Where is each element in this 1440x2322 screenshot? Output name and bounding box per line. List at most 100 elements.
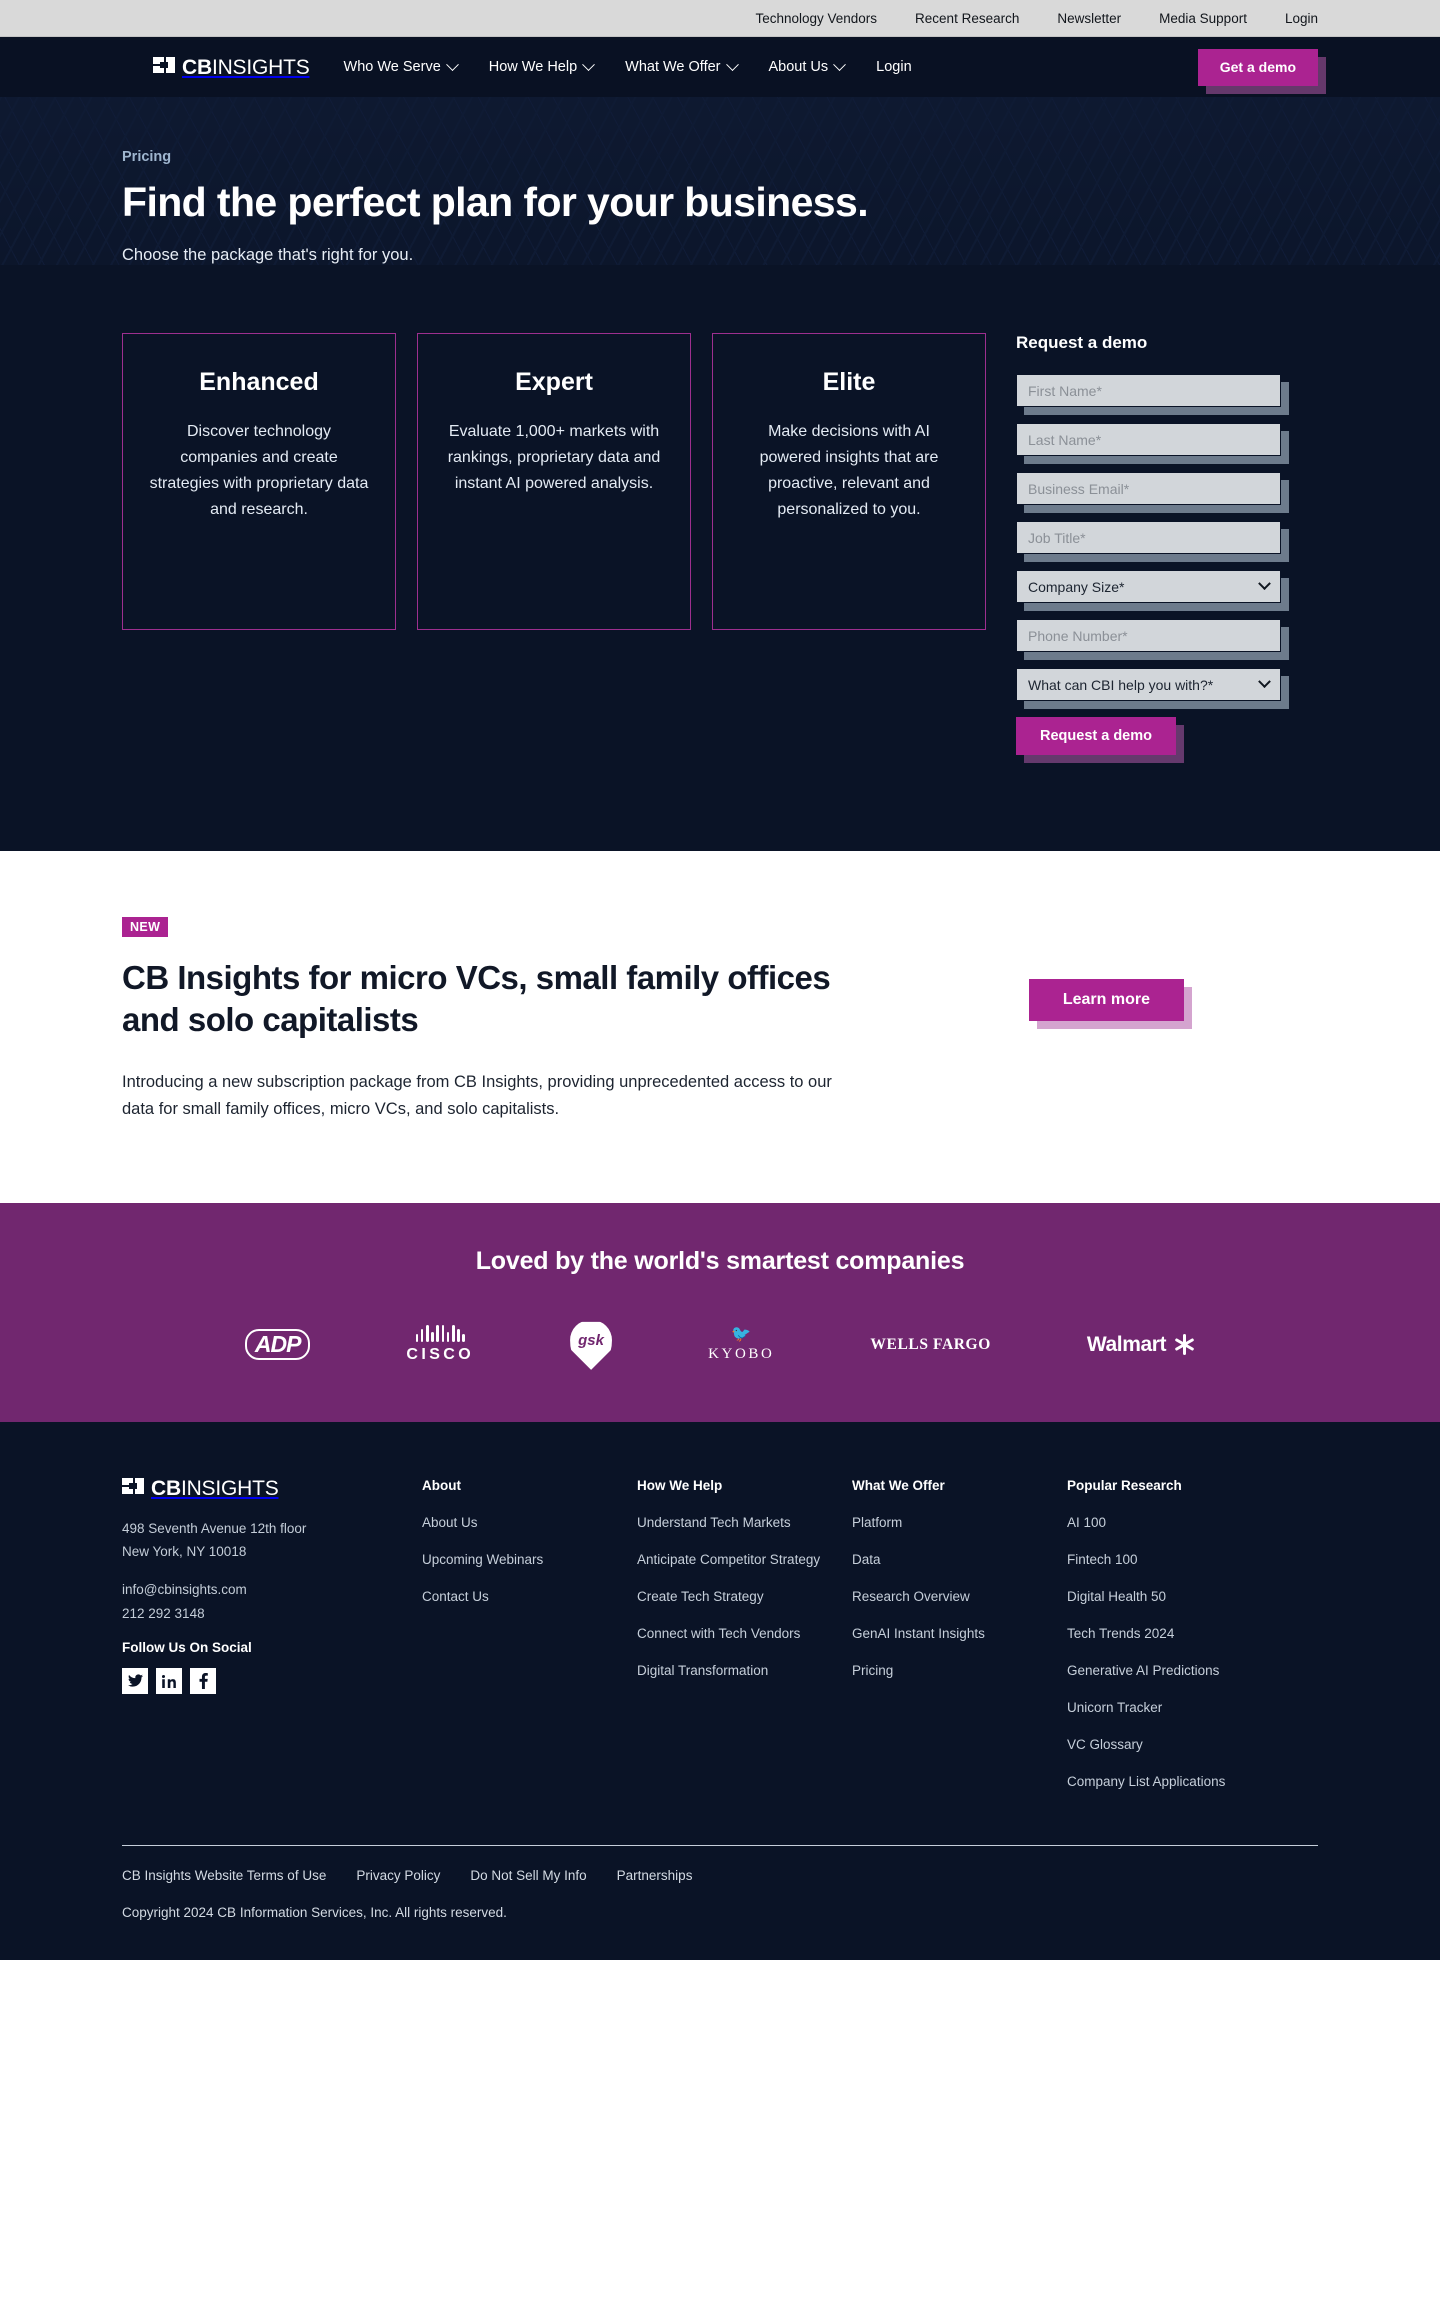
footer-copyright: Copyright 2024 CB Information Services, … <box>122 1904 507 1920</box>
hero-eyebrow: Pricing <box>122 149 172 165</box>
legal-link-do-not-sell-my-info[interactable]: Do Not Sell My Info <box>470 1868 586 1883</box>
cb-logo-mark-icon <box>153 56 175 78</box>
footer-link-genai-instant-insights[interactable]: GenAI Instant Insights <box>852 1626 1067 1641</box>
footer-logo[interactable]: CBINSIGHTS <box>122 1477 422 1499</box>
site-footer: CBINSIGHTS 498 Seventh Avenue 12th floor… <box>0 1421 1440 1960</box>
footer-link-understand-tech-markets[interactable]: Understand Tech Markets <box>637 1515 852 1530</box>
utility-bar: Technology Vendors Recent Research Newsl… <box>0 0 1440 37</box>
nav-item-login[interactable]: Login <box>876 59 911 75</box>
plan-card-elite[interactable]: Elite Make decisions with AI powered ins… <box>712 333 986 630</box>
footer-phone[interactable]: 212 292 3148 <box>122 1602 422 1625</box>
gsk-logo-icon: gsk <box>570 1321 613 1370</box>
footer-link-platform[interactable]: Platform <box>852 1515 1067 1530</box>
business-email-input[interactable] <box>1016 472 1281 505</box>
hero-subtitle: Choose the package that's right for you. <box>122 246 414 264</box>
footer-link-unicorn-tracker[interactable]: Unicorn Tracker <box>1067 1700 1282 1715</box>
promo-cta-container: Learn more <box>1028 979 1193 1029</box>
plans-wrap: Enhanced Discover technology companies a… <box>122 333 1318 763</box>
footer-brand-column: CBINSIGHTS 498 Seventh Avenue 12th floor… <box>122 1477 422 1811</box>
legal-link-privacy-policy[interactable]: Privacy Policy <box>356 1868 440 1883</box>
utility-link-newsletter[interactable]: Newsletter <box>1057 11 1121 26</box>
nav-item-what-we-offer[interactable]: What We Offer <box>625 57 739 75</box>
footer-social-label: Follow Us On Social <box>122 1639 252 1655</box>
footer-link-digital-transformation[interactable]: Digital Transformation <box>637 1663 852 1678</box>
company-size-select[interactable]: Company Size* <box>1016 570 1281 603</box>
footer-link-connect-with-tech-vendors[interactable]: Connect with Tech Vendors <box>637 1626 852 1641</box>
cb-logo-mark-icon <box>122 1477 144 1499</box>
footer-link-company-list-applications[interactable]: Company List Applications <box>1067 1774 1282 1789</box>
nav-item-who-we-serve[interactable]: Who We Serve <box>343 57 459 75</box>
utility-link-recent-research[interactable]: Recent Research <box>915 11 1019 26</box>
facebook-icon[interactable] <box>190 1667 216 1694</box>
plan-card-expert[interactable]: Expert Evaluate 1,000+ markets with rank… <box>417 333 691 630</box>
last-name-field-wrap <box>1016 423 1289 464</box>
legal-link-partnerships[interactable]: Partnerships <box>617 1868 693 1883</box>
nav-label-what-we-offer: What We Offer <box>625 59 721 75</box>
plan-card-enhanced[interactable]: Enhanced Discover technology companies a… <box>122 333 396 630</box>
footer-link-ai-100[interactable]: AI 100 <box>1067 1515 1282 1530</box>
footer-link-anticipate-competitor-strategy[interactable]: Anticipate Competitor Strategy <box>637 1552 852 1567</box>
footer-column-what-we-offer: What We Offer Platform Data Research Ove… <box>852 1478 1067 1811</box>
footer-link-about-us[interactable]: About Us <box>422 1515 637 1530</box>
chevron-down-icon <box>1258 577 1271 591</box>
footer-heading-about: About <box>422 1477 461 1493</box>
get-a-demo-button[interactable]: Get a demo <box>1197 48 1318 86</box>
footer-link-generative-ai-predictions[interactable]: Generative AI Predictions <box>1067 1663 1282 1678</box>
last-name-input[interactable] <box>1016 423 1281 456</box>
address-line-1: 498 Seventh Avenue 12th floor <box>122 1520 307 1536</box>
footer-link-digital-health-50[interactable]: Digital Health 50 <box>1067 1589 1282 1604</box>
footer-link-data[interactable]: Data <box>852 1552 1067 1567</box>
help-with-select[interactable]: What can CBI help you with?* <box>1016 668 1281 701</box>
cb-insights-logo[interactable]: CBINSIGHTS <box>153 55 310 79</box>
job-title-field-wrap <box>1016 521 1289 562</box>
job-title-input[interactable] <box>1016 521 1281 554</box>
phone-number-input[interactable] <box>1016 619 1281 652</box>
first-name-input[interactable] <box>1016 374 1281 407</box>
promo-title: CB Insights for micro VCs, small family … <box>122 959 831 1039</box>
promo-row: NEW CB Insights for micro VCs, small fam… <box>122 917 1318 1123</box>
utility-link-technology-vendors[interactable]: Technology Vendors <box>755 11 877 26</box>
logo-kyobo: 🐦 KYOBO <box>708 1322 774 1368</box>
footer-link-tech-trends-2024[interactable]: Tech Trends 2024 <box>1067 1626 1282 1641</box>
chevron-down-icon <box>582 57 596 71</box>
footer-link-vc-glossary[interactable]: VC Glossary <box>1067 1737 1282 1752</box>
chevron-down-icon <box>725 57 739 71</box>
nav-label-who-we-serve: Who We Serve <box>343 59 441 75</box>
utility-link-login[interactable]: Login <box>1285 11 1318 26</box>
cisco-wordmark: CISCO <box>406 1346 475 1364</box>
footer-link-pricing[interactable]: Pricing <box>852 1663 1067 1678</box>
linkedin-icon[interactable] <box>156 1667 182 1694</box>
request-demo-form: Request a demo Compan <box>1016 333 1289 763</box>
footer-link-fintech-100[interactable]: Fintech 100 <box>1067 1552 1282 1567</box>
plan-name-expert: Expert <box>515 368 593 396</box>
nav-item-how-we-help[interactable]: How We Help <box>488 57 596 75</box>
footer-heading-popular-research: Popular Research <box>1067 1477 1182 1493</box>
chevron-down-icon <box>445 57 459 71</box>
first-name-field-wrap <box>1016 374 1289 415</box>
plans-row: Enhanced Discover technology companies a… <box>122 333 1318 763</box>
footer-link-upcoming-webinars[interactable]: Upcoming Webinars <box>422 1552 637 1567</box>
footer-link-create-tech-strategy[interactable]: Create Tech Strategy <box>637 1589 852 1604</box>
learn-more-button[interactable]: Learn more <box>1028 979 1184 1021</box>
footer-social-links <box>122 1667 422 1694</box>
footer-contact: info@cbinsights.com 212 292 3148 <box>122 1578 422 1624</box>
logos-row: ADP CISCO gsk 🐦 KYOBO WELLS FARGO Walmar… <box>0 1321 1440 1370</box>
wells-fargo-logo-icon: WELLS FARGO <box>870 1335 991 1353</box>
logo-cb: CB <box>182 55 212 79</box>
utility-link-media-support[interactable]: Media Support <box>1159 11 1247 26</box>
footer-link-research-overview[interactable]: Research Overview <box>852 1589 1067 1604</box>
footer-bottom-bar: CB Insights Website Terms of Use Privacy… <box>122 1846 1318 1960</box>
cisco-logo-icon: CISCO <box>406 1325 474 1364</box>
request-demo-submit-button[interactable]: Request a demo <box>1016 717 1176 755</box>
footer-link-contact-us[interactable]: Contact Us <box>422 1589 637 1604</box>
footer-email[interactable]: info@cbinsights.com <box>122 1578 422 1601</box>
plan-cards: Enhanced Discover technology companies a… <box>122 333 986 630</box>
walmart-logo-icon: Walmart <box>1087 1333 1195 1357</box>
nav-label-how-we-help: How We Help <box>488 59 578 75</box>
main-navigation: CBINSIGHTS Who We Serve How We Help What… <box>0 37 1440 97</box>
nav-item-about-us[interactable]: About Us <box>769 57 847 75</box>
logo-adp: ADP <box>244 1322 311 1368</box>
phone-field-wrap <box>1016 619 1289 660</box>
legal-link-terms-of-use[interactable]: CB Insights Website Terms of Use <box>122 1868 326 1883</box>
twitter-icon[interactable] <box>122 1667 148 1694</box>
